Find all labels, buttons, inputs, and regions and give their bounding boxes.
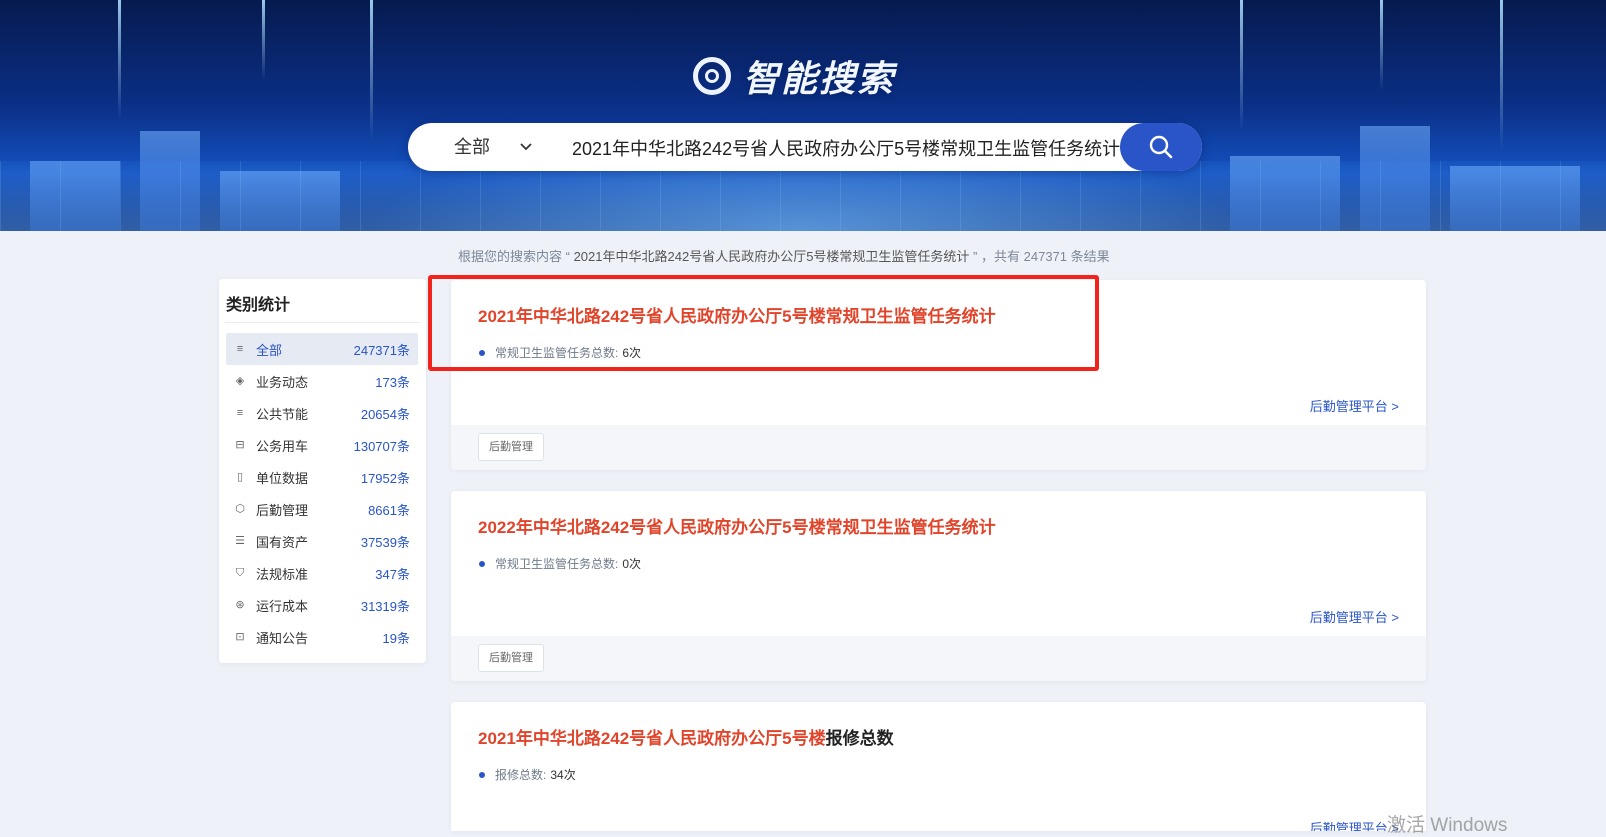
sidebar-item-count: 347条 xyxy=(375,566,410,582)
sidebar-item-count: 31319条 xyxy=(360,598,410,614)
category-list: ≡ 全部 247371条 ◈ 业务动态 173条 ≡ 公共节能 20654条 ⊟ 公务用车 13070… xyxy=(226,333,418,653)
result-title-highlight: 2021年中华北路242号省人民政府办公厅5号楼 xyxy=(478,729,826,748)
layers-icon: ◈ xyxy=(235,375,245,387)
search-bar: 全部 xyxy=(408,123,1202,171)
result-field: 常规卫生监管任务总数: 6次 xyxy=(479,344,641,361)
result-title-highlight: 2022年中华北路242号省人民政府办公厅5号楼常规卫生监管任务统计 xyxy=(478,518,996,537)
sidebar-item[interactable]: ≡ 公共节能 20654条 xyxy=(226,397,418,429)
result-field: 报修总数: 34次 xyxy=(479,766,576,783)
result-card: 2022年中华北路242号省人民政府办公厅5号楼常规卫生监管任务统计 常规卫生监… xyxy=(451,491,1426,681)
platform-link[interactable]: 后勤管理平台 > xyxy=(1310,818,1399,831)
bullet-icon xyxy=(479,771,485,778)
car-icon: ⊟ xyxy=(235,439,245,451)
result-summary: 根据您的搜索内容 “ 2021年中华北路242号省人民政府办公厅5号楼常规卫生监… xyxy=(458,246,1110,265)
sidebar-item[interactable]: ⊛ 运行成本 31319条 xyxy=(226,589,418,621)
result-title-highlight: 2021年中华北路242号省人民政府办公厅5号楼常规卫生监管任务统计 xyxy=(478,307,996,326)
sidebar-item-label: 法规标准 xyxy=(256,566,309,582)
decor-grid-floor xyxy=(0,161,1606,231)
sidebar-item[interactable]: ◈ 业务动态 173条 xyxy=(226,365,418,397)
sidebar-item[interactable]: ≡ 全部 247371条 xyxy=(226,333,418,365)
sidebar-item-label: 国有资产 xyxy=(256,534,309,550)
sidebar-divider xyxy=(225,322,420,323)
list-icon: ≡ xyxy=(236,407,244,419)
box-icon: ⬡ xyxy=(235,503,245,515)
summary-suffix: 条结果 xyxy=(1070,249,1110,264)
sidebar-item-count: 20654条 xyxy=(360,406,410,422)
category-sidebar: 类别统计 ≡ 全部 247371条 ◈ 业务动态 173条 ≡ 公共节能 20654条 ⊟ 公务用车… xyxy=(219,279,426,663)
result-footer: 后勤管理 xyxy=(451,425,1426,470)
field-label: 常规卫生监管任务总数: xyxy=(495,557,619,571)
result-footer: 后勤管理 xyxy=(451,636,1426,681)
sidebar-item-label: 全部 xyxy=(256,342,283,358)
sidebar-item[interactable]: ☰ 国有资产 37539条 xyxy=(226,525,418,557)
search-logo-icon xyxy=(693,57,731,95)
summary-middle: ” ，共有 xyxy=(973,249,1020,264)
decor-light-bar xyxy=(118,0,121,120)
category-tag[interactable]: 后勤管理 xyxy=(478,433,544,461)
bullet-icon xyxy=(479,560,485,567)
app-logo: 智能搜索 xyxy=(693,54,895,99)
summary-prefix: 根据您的搜索内容 “ xyxy=(458,249,570,264)
field-value: 0次 xyxy=(622,557,642,571)
sidebar-item[interactable]: ⊡ 通知公告 19条 xyxy=(226,621,418,653)
decor-light-bar xyxy=(262,0,265,80)
building-icon: ▯ xyxy=(236,471,244,483)
list-icon: ≡ xyxy=(236,343,244,355)
cost-icon: ⊛ xyxy=(235,599,245,611)
category-tag[interactable]: 后勤管理 xyxy=(478,644,544,672)
shield-icon: ⛉ xyxy=(235,567,245,579)
sidebar-item-count: 8661条 xyxy=(368,502,410,518)
database-icon: ☰ xyxy=(235,535,245,547)
search-input[interactable] xyxy=(570,131,1124,165)
decor-light-bar xyxy=(370,0,373,140)
sidebar-item-label: 单位数据 xyxy=(256,470,309,486)
result-title-link[interactable]: 2021年中华北路242号省人民政府办公厅5号楼报修总数 xyxy=(478,724,894,749)
search-button[interactable] xyxy=(1120,123,1202,171)
result-field: 常规卫生监管任务总数: 0次 xyxy=(479,555,641,572)
sidebar-item-label: 公务用车 xyxy=(256,438,309,454)
result-title-link[interactable]: 2021年中华北路242号省人民政府办公厅5号楼常规卫生监管任务统计 xyxy=(478,302,996,327)
decor-light-bar xyxy=(1380,0,1383,90)
sidebar-item-count: 37539条 xyxy=(360,534,410,550)
search-banner: 智能搜索 全部 xyxy=(0,0,1606,231)
notice-icon: ⊡ xyxy=(235,631,245,643)
field-value: 34次 xyxy=(550,768,576,782)
field-label: 常规卫生监管任务总数: xyxy=(495,346,619,360)
search-icon xyxy=(1149,135,1173,159)
result-title-plain: 报修总数 xyxy=(825,729,894,748)
sidebar-item-label: 业务动态 xyxy=(256,374,309,390)
sidebar-item[interactable]: ⛉ 法规标准 347条 xyxy=(226,557,418,589)
field-label: 报修总数: xyxy=(495,768,547,782)
sidebar-item-label: 后勤管理 xyxy=(256,502,309,518)
sidebar-item-count: 247371条 xyxy=(353,342,410,358)
sidebar-item[interactable]: ▯ 单位数据 17952条 xyxy=(226,461,418,493)
sidebar-item[interactable]: ⊟ 公务用车 130707条 xyxy=(226,429,418,461)
platform-link[interactable]: 后勤管理平台 > xyxy=(1310,607,1399,626)
sidebar-item-count: 130707条 xyxy=(353,438,410,454)
sidebar-item-count: 173条 xyxy=(375,374,410,390)
sidebar-item-count: 17952条 xyxy=(360,470,410,486)
sidebar-item-label: 运行成本 xyxy=(256,598,309,614)
windows-activation-watermark: 激活 Windows xyxy=(1387,815,1508,836)
sidebar-item-count: 19条 xyxy=(382,630,410,646)
summary-keyword: 2021年中华北路242号省人民政府办公厅5号楼常规卫生监管任务统计 xyxy=(573,249,970,264)
result-title-link[interactable]: 2022年中华北路242号省人民政府办公厅5号楼常规卫生监管任务统计 xyxy=(478,513,996,538)
field-value: 6次 xyxy=(622,346,642,360)
sidebar-item-label: 公共节能 xyxy=(256,406,309,422)
sidebar-item-label: 通知公告 xyxy=(256,630,309,646)
sidebar-title: 类别统计 xyxy=(226,297,291,314)
bullet-icon xyxy=(479,349,485,356)
sidebar-item[interactable]: ⬡ 后勤管理 8661条 xyxy=(226,493,418,525)
decor-light-bar xyxy=(1240,0,1243,130)
platform-link[interactable]: 后勤管理平台 > xyxy=(1310,396,1399,415)
summary-count: 247371 xyxy=(1023,249,1068,264)
app-title: 智能搜索 xyxy=(743,58,896,99)
result-card: 2021年中华北路242号省人民政府办公厅5号楼常规卫生监管任务统计 常规卫生监… xyxy=(451,280,1426,470)
result-card: 2021年中华北路242号省人民政府办公厅5号楼报修总数 报修总数: 34次 后… xyxy=(451,702,1426,831)
category-select[interactable]: 全部 xyxy=(454,123,490,171)
decor-light-bar xyxy=(1500,0,1503,150)
chevron-down-icon[interactable] xyxy=(518,139,534,155)
